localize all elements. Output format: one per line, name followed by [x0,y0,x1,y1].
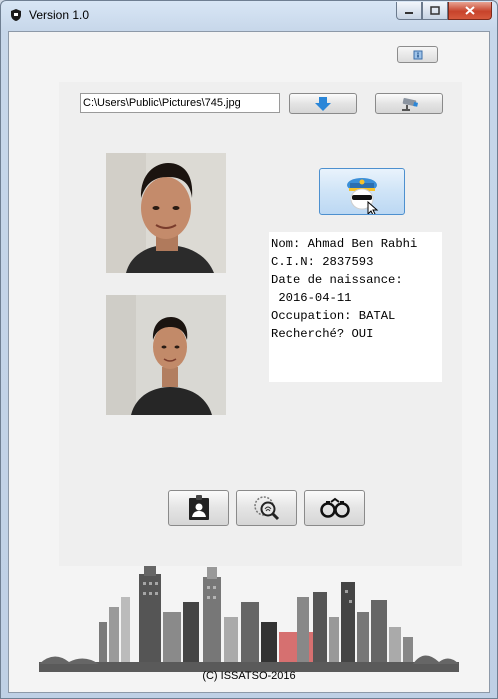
face-photo-bottom-image [106,295,226,415]
info-icon [413,50,422,59]
window-title: Version 1.0 [29,8,90,22]
image-path-input[interactable] [80,93,280,113]
person-cin: C.I.N: 2837593 [271,255,374,269]
person-wanted-status: Recherché? OUI [271,327,374,341]
close-icon [465,6,475,15]
police-officer-icon [347,177,379,214]
camera-capture-button[interactable] [375,93,443,114]
caption-buttons [396,2,492,22]
app-window: Version 1.0 C:\Users\Public\Pictures\745… [0,0,498,699]
handcuffs-button[interactable] [304,490,365,526]
person-dob-label: Date de naissance: [271,273,403,287]
police-identify-button[interactable] [319,168,405,215]
minimize-icon [405,11,413,14]
download-arrow-icon [315,96,331,111]
handcuffs-icon [319,497,350,518]
main-panel: Nom: Ahmad Ben Rabhi C.I.N: 2837593 Date… [59,82,462,566]
id-card-button[interactable] [168,490,229,526]
info-button[interactable] [397,46,438,63]
person-name: Nom: Ahmad Ben Rabhi [271,237,418,251]
city-skyline-illustration [39,566,459,672]
face-photo-top [106,153,226,273]
title-bar[interactable]: Version 1.0 [1,1,497,31]
fingerprint-search-button[interactable] [236,490,297,526]
maximize-button[interactable] [422,2,448,20]
minimize-button[interactable] [396,2,422,20]
face-photo-top-image [106,153,226,273]
app-shield-icon [11,9,21,21]
footer-copyright: (C) ISSATSO-2016 [202,670,296,682]
person-occupation: Occupation: BATAL [271,309,396,323]
maximize-icon [430,6,440,15]
person-info-box: Nom: Ahmad Ben Rabhi C.I.N: 2837593 Date… [269,232,442,382]
fingerprint-search-icon [253,496,279,521]
close-button[interactable] [448,2,492,20]
client-area: Nom: Ahmad Ben Rabhi C.I.N: 2837593 Date… [8,31,490,693]
load-image-button[interactable] [289,93,357,114]
id-card-icon [188,495,209,520]
security-camera-icon [402,97,419,111]
face-photo-bottom [106,295,226,415]
person-dob-value: 2016-04-11 [271,291,352,305]
